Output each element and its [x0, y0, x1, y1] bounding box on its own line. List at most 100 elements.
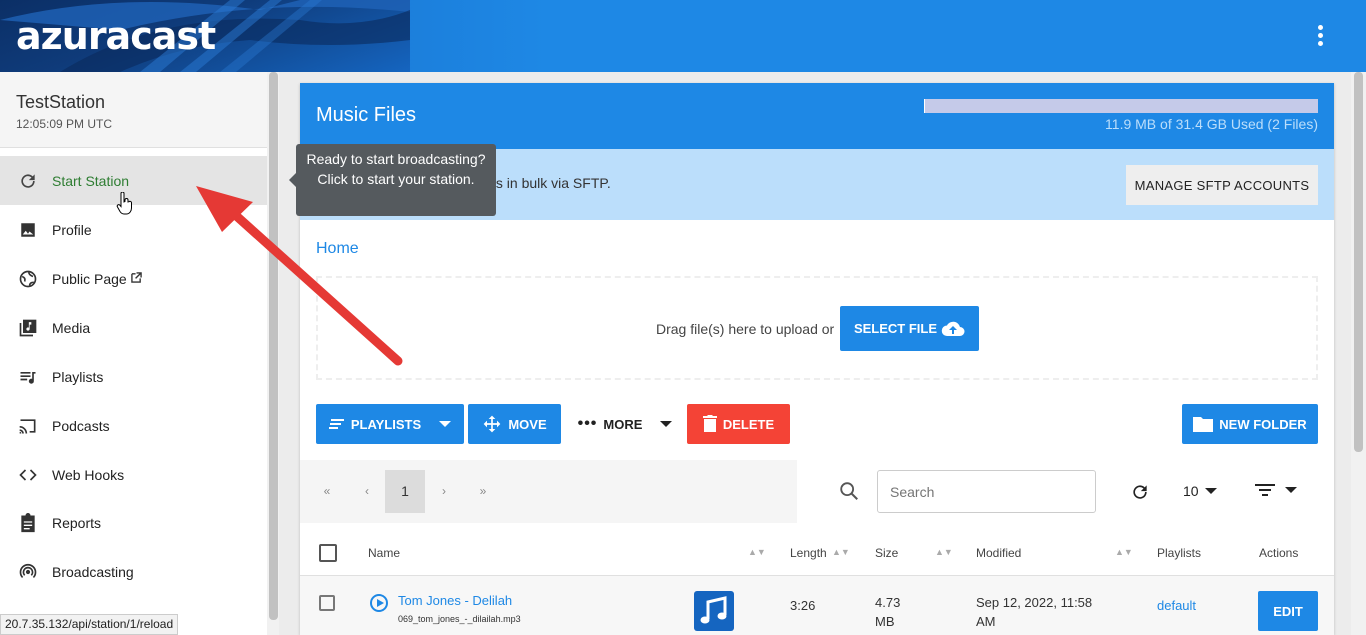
table-header: Name ▲▼ Length ▲▼ Size ▲▼ Modified ▲▼ Pl…	[300, 531, 1334, 576]
row-checkbox[interactable]	[319, 595, 335, 611]
sidebar-item-web-hooks[interactable]: Web Hooks	[0, 450, 267, 499]
move-arrows-icon	[484, 415, 501, 433]
pager-last[interactable]: »	[463, 470, 503, 513]
column-size[interactable]: Size	[875, 546, 898, 560]
chevron-down-icon	[660, 421, 673, 427]
column-name[interactable]: Name	[368, 546, 400, 560]
music-library-icon	[17, 317, 39, 339]
sort-icon[interactable]: ▲▼	[748, 547, 766, 557]
image-icon	[17, 219, 39, 241]
select-file-label: SELECT FILE	[853, 321, 938, 336]
more-dots-icon: •••	[577, 415, 598, 432]
column-actions: Actions	[1259, 546, 1299, 560]
select-file-button[interactable]: SELECT FILE	[840, 306, 979, 351]
clipboard-icon	[17, 512, 39, 534]
app-logo[interactable]: azuracast	[16, 14, 216, 58]
external-link-icon	[130, 271, 142, 286]
column-modified[interactable]: Modified	[976, 546, 1021, 560]
song-length: 3:26	[790, 598, 816, 613]
sort-icon[interactable]: ▲▼	[832, 547, 850, 557]
broadcast-icon	[17, 561, 39, 583]
sidebar-item-label: Broadcasting	[52, 563, 134, 580]
kebab-menu-icon[interactable]	[1308, 22, 1332, 50]
storage-quota-text: 11.9 MB of 31.4 GB Used (2 Files)	[1105, 116, 1318, 132]
pager-first[interactable]: «	[307, 470, 347, 513]
song-modified-ampm: AM	[976, 614, 996, 629]
breadcrumb-home[interactable]: Home	[316, 240, 359, 258]
refresh-icon[interactable]	[1130, 482, 1150, 502]
cloud-upload-icon	[941, 321, 965, 336]
per-page-select[interactable]: 10	[1183, 483, 1217, 499]
page-title: Music Files	[316, 104, 417, 126]
upload-dropzone[interactable]: Drag file(s) here to upload or SELECT FI…	[316, 276, 1318, 380]
column-length[interactable]: Length	[790, 546, 827, 560]
sidebar-item-reports[interactable]: Reports	[0, 498, 267, 547]
pager-current[interactable]: 1	[385, 470, 425, 513]
music-note-icon	[700, 596, 727, 624]
station-time: 12:05:09 PM UTC	[16, 117, 113, 131]
code-icon	[17, 464, 39, 486]
song-modified: Sep 12, 2022, 11:58 AM	[976, 593, 1092, 631]
column-playlists: Playlists	[1157, 546, 1202, 560]
sidebar-item-broadcasting[interactable]: Broadcasting	[0, 547, 267, 596]
globe-icon	[17, 268, 39, 290]
song-size-unit: MB	[875, 614, 895, 629]
sidebar-item-public-page[interactable]: Public Page	[0, 254, 267, 303]
sidebar-item-label: Public Page	[52, 270, 127, 287]
sidebar-item-label: Profile	[52, 221, 92, 238]
table-row: Tom Jones - Delilah 069_tom_jones_-_dila…	[300, 576, 1334, 635]
station-header: TestStation 12:05:09 PM UTC	[0, 72, 267, 148]
trash-icon	[702, 415, 717, 432]
sidebar-scroll-thumb[interactable]	[269, 72, 278, 620]
play-icon[interactable]	[370, 594, 388, 612]
playlists-button[interactable]: PLAYLISTS	[316, 404, 464, 444]
top-bar: azuracast	[0, 0, 1366, 72]
cast-icon	[17, 415, 39, 437]
pager-prev[interactable]: ‹	[347, 470, 387, 513]
song-playlist-link[interactable]: default	[1157, 596, 1196, 615]
song-filename: 069_tom_jones_-_dilailah.mp3	[398, 614, 521, 624]
playlists-label: PLAYLISTS	[350, 416, 422, 432]
dropzone-text: Drag file(s) here to upload or	[656, 321, 835, 337]
card-header: Music Files 11.9 MB of 31.4 GB Used (2 F…	[300, 83, 1334, 149]
song-size-value: 4.73	[875, 595, 901, 610]
sftp-info-text: files in bulk via SFTP.	[478, 175, 611, 191]
sidebar-item-playlists[interactable]: Playlists	[0, 352, 267, 401]
more-label: MORE	[603, 416, 643, 432]
search-input[interactable]	[877, 470, 1096, 513]
select-all-checkbox[interactable]	[319, 544, 337, 562]
browser-status-url: 20.7.35.132/api/station/1/reload	[0, 614, 179, 635]
pager-next[interactable]: ›	[424, 470, 464, 513]
delete-button[interactable]: DELETE	[687, 404, 790, 444]
album-art	[694, 591, 734, 631]
filter-icon	[1255, 484, 1275, 496]
sidebar-item-label: Playlists	[52, 368, 104, 385]
song-title-link[interactable]: Tom Jones - Delilah	[398, 593, 512, 608]
new-folder-label: NEW FOLDER	[1219, 416, 1307, 432]
storage-quota-bar	[924, 99, 1318, 113]
sidebar-item-label: Web Hooks	[52, 466, 125, 483]
sidebar-item-podcasts[interactable]: Podcasts	[0, 401, 267, 450]
page-scroll-thumb[interactable]	[1354, 72, 1363, 452]
more-button[interactable]: ••• MORE	[574, 404, 676, 444]
sort-lines-icon	[328, 419, 344, 429]
playlist-icon	[17, 366, 39, 388]
chevron-down-icon	[439, 421, 452, 427]
sidebar-item-label: Media	[52, 319, 91, 336]
edit-button[interactable]: EDIT	[1258, 591, 1318, 631]
sort-icon[interactable]: ▲▼	[1115, 547, 1133, 557]
move-button[interactable]: MOVE	[468, 404, 561, 444]
new-folder-button[interactable]: NEW FOLDER	[1182, 404, 1318, 444]
column-filter-button[interactable]	[1255, 483, 1297, 497]
hand-cursor-icon	[116, 192, 132, 215]
song-modified-date: Sep 12, 2022, 11:58	[976, 595, 1093, 610]
chevron-down-icon	[1204, 488, 1217, 494]
sidebar-item-media[interactable]: Media	[0, 303, 267, 352]
pagination: « ‹ 1 › »	[300, 460, 797, 523]
chevron-down-icon	[1285, 487, 1297, 493]
sidebar-item-label: Podcasts	[52, 417, 110, 434]
search-icon	[840, 482, 858, 500]
manage-sftp-accounts-button[interactable]: MANAGE SFTP ACCOUNTS	[1126, 165, 1318, 205]
sort-icon[interactable]: ▲▼	[935, 547, 953, 557]
station-name: TestStation	[16, 92, 106, 112]
